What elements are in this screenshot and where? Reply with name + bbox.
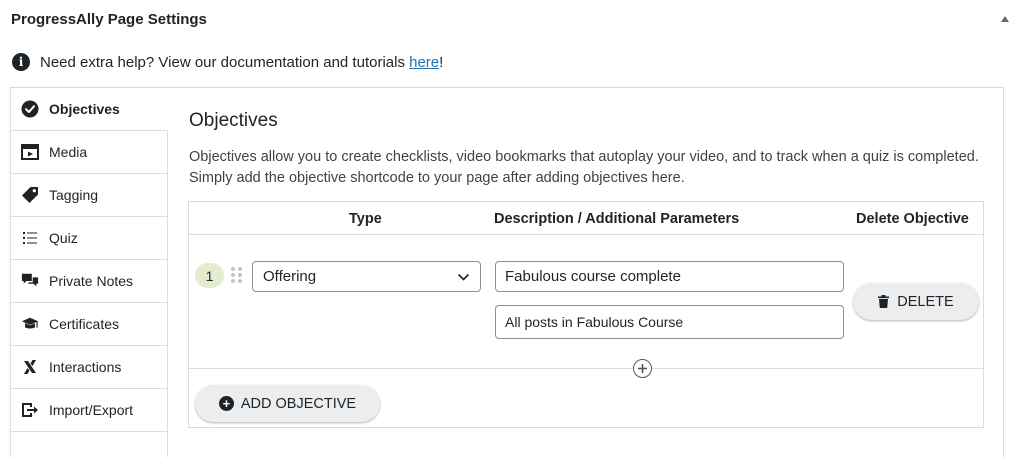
settings-box: Objectives Media Tagging Quiz Private No…	[10, 87, 1004, 457]
sidebar-item-label: Media	[49, 144, 88, 160]
delete-label: DELETE	[897, 293, 954, 310]
sidebar-item-private-notes[interactable]: Private Notes	[11, 260, 167, 303]
objective-description-input[interactable]	[495, 261, 844, 292]
panel-header: ProgressAlly Page Settings	[0, 0, 1024, 38]
list-icon	[21, 229, 39, 247]
add-row-plus-icon[interactable]	[633, 359, 652, 378]
add-objective-button[interactable]: + ADD OBJECTIVE	[195, 385, 380, 422]
column-header-description: Description / Additional Parameters	[494, 210, 740, 227]
sidebar-item-quiz[interactable]: Quiz	[11, 217, 167, 260]
chevron-down-icon	[457, 268, 470, 285]
sidebar-item-media[interactable]: Media	[11, 131, 167, 174]
help-text: Need extra help? View our documentation …	[40, 53, 410, 71]
sidebar-item-label: Quiz	[49, 230, 78, 246]
sidebar-item-label: Interactions	[49, 359, 122, 375]
add-objective-label: ADD OBJECTIVE	[240, 395, 357, 412]
objective-type-select[interactable]: Offering	[252, 261, 481, 292]
sidebar-item-interactions[interactable]: Interactions	[11, 346, 167, 389]
section-description: Objectives allow you to create checklist…	[189, 149, 979, 186]
tag-icon	[21, 186, 39, 204]
triangle-up-icon[interactable]	[998, 12, 1012, 26]
sidebar-item-certificates[interactable]: Certificates	[11, 303, 167, 346]
panel-title: ProgressAlly Page Settings	[11, 10, 207, 28]
sidebar-item-objectives[interactable]: Objectives	[11, 88, 168, 131]
help-suffix: !	[439, 53, 444, 71]
sidebar-item-label: Import/Export	[49, 402, 134, 418]
column-header-delete: Delete Objective	[856, 210, 969, 227]
x-icon	[21, 358, 39, 376]
check-circle-icon	[21, 100, 39, 118]
objectives-table: Type Description / Additional Parameters…	[188, 201, 984, 428]
delete-objective-button[interactable]: DELETE	[853, 283, 979, 320]
help-link[interactable]: here	[409, 54, 439, 71]
film-icon	[21, 143, 39, 161]
trash-icon	[878, 295, 890, 308]
export-icon	[21, 401, 39, 419]
table-row: 1 Offering DELETE	[189, 235, 983, 369]
graduation-cap-icon	[21, 315, 39, 333]
table-header: Type Description / Additional Parameters…	[189, 202, 983, 235]
sidebar-item-label: Certificates	[49, 316, 120, 332]
plus-circle-icon: +	[218, 396, 234, 411]
sidebar-item-import-export[interactable]: Import/Export	[11, 389, 167, 432]
column-header-type: Type	[349, 210, 382, 227]
sidebar-item-label: Objectives	[49, 101, 120, 117]
settings-sidebar: Objectives Media Tagging Quiz Private No…	[11, 88, 168, 457]
info-icon: i	[12, 53, 30, 71]
objective-parameter-input[interactable]	[495, 305, 844, 339]
selected-type: Offering	[263, 268, 317, 285]
row-number-badge: 1	[195, 263, 224, 288]
drag-handle-icon[interactable]	[231, 267, 243, 283]
sidebar-item-label: Private Notes	[49, 273, 134, 289]
sidebar-item-label: Tagging	[49, 187, 99, 203]
sidebar-item-tagging[interactable]: Tagging	[11, 174, 167, 217]
help-notice: i Need extra help? View our documentatio…	[12, 51, 443, 73]
page-title: Objectives	[189, 110, 278, 131]
chat-bubbles-icon	[21, 272, 39, 290]
